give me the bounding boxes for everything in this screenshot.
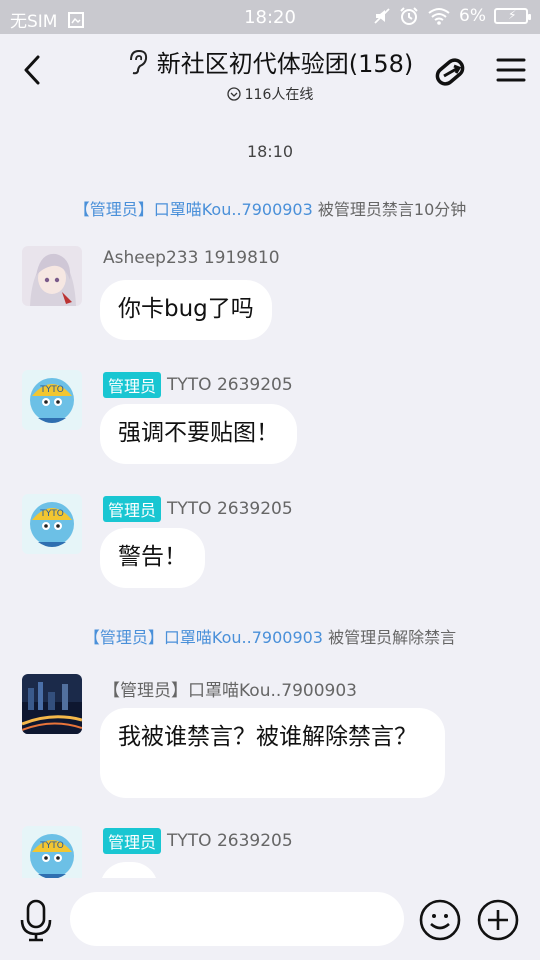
- system-action: 被管理员解除禁言: [328, 628, 457, 647]
- wifi-icon: [428, 8, 450, 25]
- sender-row: 管理员 TYTO 2639205: [103, 828, 293, 854]
- avatar[interactable]: TYTO: [22, 826, 82, 878]
- svg-text:TYTO: TYTO: [39, 841, 64, 851]
- system-user-link[interactable]: 口罩喵Kou..7900903: [164, 628, 323, 647]
- sender-name[interactable]: Asheep233 1919810: [103, 248, 280, 268]
- system-message-mute: 【管理员】口罩喵Kou..7900903 被管理员禁言10分钟: [0, 196, 540, 220]
- timestamp: 18:10: [246, 142, 294, 161]
- sender-row: Asheep233 1919810: [103, 248, 280, 268]
- message-input[interactable]: [70, 892, 404, 946]
- svg-text:TYTO: TYTO: [39, 509, 64, 519]
- emoji-icon[interactable]: [418, 898, 462, 942]
- status-right: 6% ⚡: [373, 6, 531, 26]
- add-icon[interactable]: [476, 898, 520, 942]
- admin-badge: 管理员: [103, 828, 162, 854]
- system-role: 【管理员】: [73, 200, 154, 219]
- ear-icon: [129, 49, 147, 74]
- avatar[interactable]: [22, 246, 82, 306]
- sender-row: 管理员 TYTO 2639205: [103, 372, 293, 398]
- sender-name[interactable]: TYTO 2639205: [167, 499, 293, 519]
- title-row: 新社区初代体验团(158): [127, 44, 414, 79]
- message-bubble[interactable]: 警告！: [100, 528, 205, 588]
- microphone-icon[interactable]: [18, 898, 54, 942]
- avatar[interactable]: TYTO: [22, 494, 82, 554]
- system-user-link[interactable]: 口罩喵Kou..7900903: [154, 200, 313, 219]
- sender-name[interactable]: 【管理员】口罩喵Kou..7900903: [103, 676, 357, 701]
- page-title: 新社区初代体验团(158): [156, 50, 414, 78]
- system-action: 被管理员禁言10分钟: [317, 200, 467, 219]
- admin-badge: 管理员: [103, 372, 162, 398]
- battery-icon: ⚡: [494, 8, 531, 24]
- sender-row: 管理员 TYTO 2639205: [103, 496, 293, 522]
- chat-header: 新社区初代体验团(158) 116人在线: [0, 34, 540, 106]
- status-bar: 无SIM 18:20 6% ⚡: [0, 0, 540, 34]
- message-bubble[interactable]: 强调不要贴图！: [100, 404, 297, 464]
- online-count: 116人在线: [244, 86, 314, 103]
- avatar[interactable]: [22, 674, 82, 734]
- message-bubble[interactable]: [100, 862, 158, 878]
- message-bubble[interactable]: 你卡bug了吗: [100, 280, 272, 340]
- mute-icon: [374, 8, 390, 24]
- message-bubble[interactable]: 我被谁禁言？被谁解除禁言？: [100, 708, 445, 798]
- input-bar: [0, 878, 540, 960]
- system-role: 【管理员】: [83, 628, 164, 647]
- sender-name[interactable]: TYTO 2639205: [167, 375, 293, 395]
- battery-percent: 6%: [459, 6, 486, 26]
- menu-icon[interactable]: [496, 56, 526, 84]
- system-message-unmute: 【管理员】口罩喵Kou..7900903 被管理员解除禁言: [0, 624, 540, 648]
- admin-badge: 管理员: [103, 496, 162, 522]
- sender-row: 【管理员】口罩喵Kou..7900903: [103, 676, 357, 701]
- alarm-icon: [400, 7, 418, 25]
- sender-name[interactable]: TYTO 2639205: [167, 831, 293, 851]
- svg-text:TYTO: TYTO: [39, 385, 64, 395]
- sync-icon[interactable]: [430, 52, 470, 92]
- chat-area[interactable]: 18:10 【管理员】口罩喵Kou..7900903 被管理员禁言10分钟 As…: [0, 106, 540, 878]
- chevron-circle-icon: [226, 86, 241, 101]
- avatar[interactable]: TYTO: [22, 370, 82, 430]
